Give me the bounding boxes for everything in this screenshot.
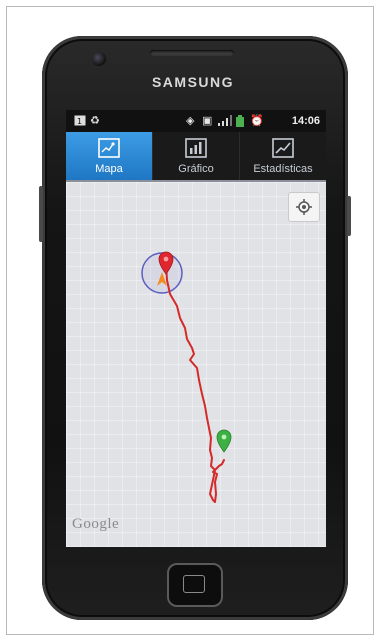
tab-label: Mapa [95, 163, 123, 175]
phone-screen: 1 ♻ ◈ ▣ ⏰ 14:06 Mapa Gráfico Estadística… [66, 110, 326, 547]
earpiece-speaker [150, 50, 234, 56]
map-view[interactable]: Google [66, 182, 326, 547]
google-attribution: Google [72, 516, 120, 532]
route-layer [141, 251, 232, 503]
tab-bar: Mapa Gráfico Estadísticas [66, 132, 326, 182]
bar-chart-icon [185, 138, 207, 158]
brand-logo: SAMSUNG [151, 74, 235, 90]
notification-icon: 1 [74, 115, 86, 129]
gps-icon: ◈ [186, 115, 195, 127]
signal-icon [218, 115, 232, 129]
front-camera [92, 52, 106, 66]
start-marker [216, 429, 232, 453]
home-button[interactable] [167, 563, 223, 607]
svg-text:1: 1 [77, 117, 82, 126]
line-chart-icon [272, 138, 294, 158]
power-button[interactable] [347, 196, 351, 236]
tab-estadisticas[interactable]: Estadísticas [240, 132, 326, 180]
tab-label: Estadísticas [253, 163, 313, 175]
tab-mapa[interactable]: Mapa [66, 132, 153, 180]
status-bar: 1 ♻ ◈ ▣ ⏰ 14:06 [66, 110, 326, 132]
tab-grafico[interactable]: Gráfico [153, 132, 240, 180]
gps-track [165, 263, 225, 503]
alarm-icon: ⏰ [250, 115, 264, 127]
status-time: 14:06 [291, 115, 320, 127]
volume-button[interactable] [39, 186, 43, 242]
map-icon [98, 138, 120, 158]
recycle-icon: ♻ [90, 115, 100, 127]
battery-icon [236, 115, 244, 130]
vibrate-icon: ▣ [202, 115, 213, 127]
tab-label: Gráfico [178, 163, 214, 175]
